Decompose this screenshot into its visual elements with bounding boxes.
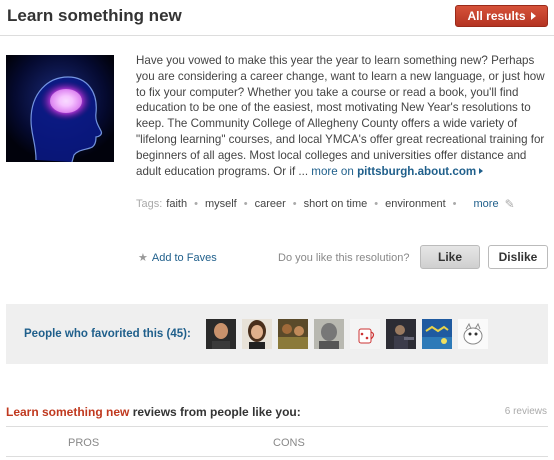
pros-column-header: PROS	[68, 437, 100, 449]
favorited-by-label: People who favorited this (45):	[24, 328, 191, 340]
description-text: Have you vowed to make this year the yea…	[136, 54, 545, 178]
divider	[6, 426, 548, 427]
tag-myself[interactable]: myself	[205, 198, 237, 210]
avatar[interactable]	[386, 319, 416, 349]
star-icon: ★	[138, 252, 148, 264]
avatar[interactable]	[278, 319, 308, 349]
all-results-label: All results	[467, 9, 526, 23]
avatar[interactable]	[206, 319, 236, 349]
avatar[interactable]	[242, 319, 272, 349]
page-title: Learn something new	[7, 6, 182, 25]
avatar[interactable]	[458, 319, 488, 349]
reviews-heading-topic[interactable]: Learn something new	[6, 405, 129, 419]
tags-list: Tags: faith • myself • career • short on…	[136, 197, 515, 211]
tags-more-link[interactable]: more	[474, 198, 499, 210]
tag-separator: •	[292, 198, 297, 210]
favorited-avatars	[206, 319, 488, 349]
reviews-count: 6 reviews	[504, 406, 547, 417]
divider	[6, 456, 548, 457]
tag-faith[interactable]: faith	[166, 198, 187, 210]
reviews-heading-text: reviews from people like you:	[129, 405, 301, 419]
avatar[interactable]	[350, 319, 380, 349]
more-on-link[interactable]: more on	[311, 165, 354, 178]
avatar[interactable]	[314, 319, 344, 349]
dislike-button[interactable]: Dislike	[488, 245, 548, 269]
add-to-faves-link[interactable]: ★ Add to Faves	[138, 251, 217, 265]
tag-separator: •	[194, 198, 198, 210]
add-to-faves-label: Add to Faves	[151, 251, 217, 264]
divider	[0, 35, 554, 36]
resolution-description: Have you vowed to make this year the yea…	[136, 53, 548, 179]
arrow-right-icon	[479, 167, 484, 174]
tag-separator: •	[452, 198, 457, 210]
tags-label: Tags:	[136, 198, 163, 210]
all-results-button[interactable]: All results	[455, 5, 548, 27]
reviews-heading: Learn something new reviews from people …	[6, 405, 301, 419]
like-question: Do you like this resolution?	[278, 252, 410, 264]
like-button[interactable]: Like	[420, 245, 480, 269]
cons-column-header: CONS	[273, 437, 305, 449]
pencil-icon[interactable]: ✎	[505, 197, 515, 211]
tag-short-on-time[interactable]: short on time	[304, 198, 368, 210]
arrow-right-icon	[530, 12, 536, 20]
tag-career[interactable]: career	[255, 198, 286, 210]
tag-separator: •	[243, 198, 248, 210]
brain-image	[6, 55, 114, 162]
source-link[interactable]: pittsburgh.about.com	[357, 165, 476, 178]
header: Learn something new All results	[0, 0, 554, 34]
tag-environment[interactable]: environment	[385, 198, 446, 210]
tag-separator: •	[374, 198, 379, 210]
favorited-by-section: People who favorited this (45):	[6, 304, 548, 364]
avatar[interactable]	[422, 319, 452, 349]
